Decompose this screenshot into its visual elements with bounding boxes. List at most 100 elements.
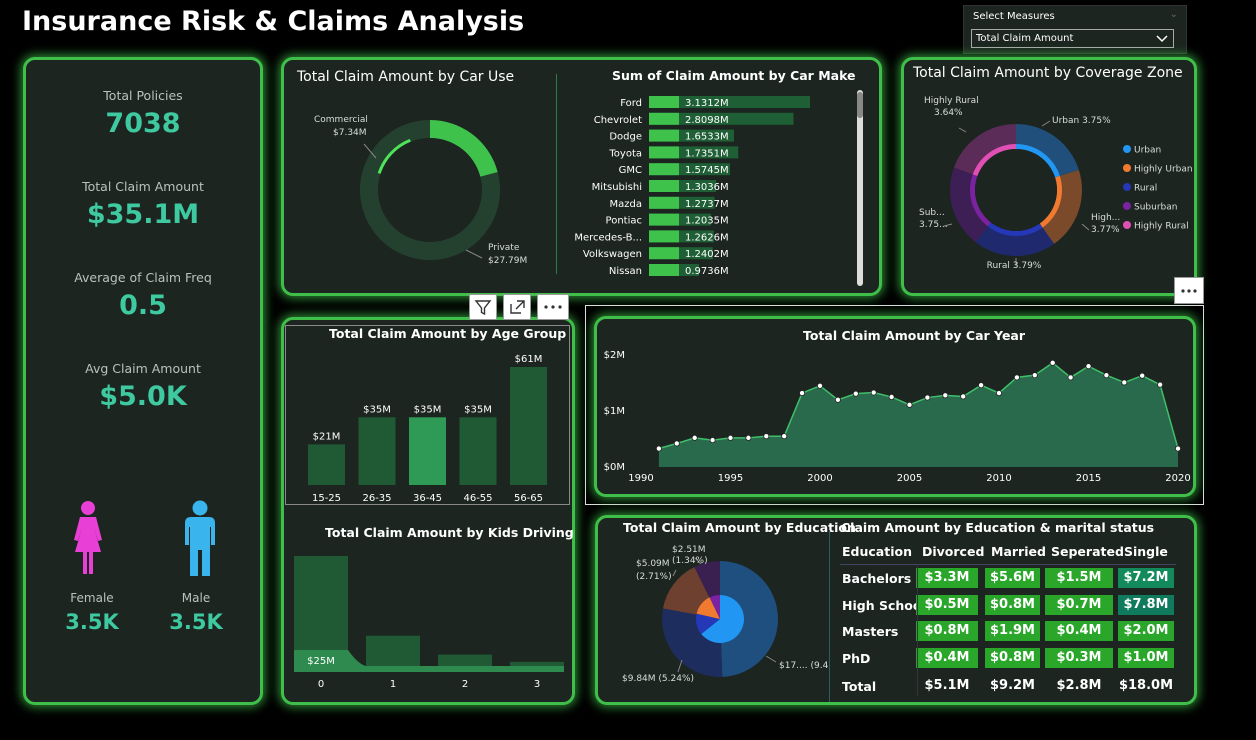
- value-private: $27.79M: [488, 256, 527, 266]
- car-year-point-2013: [1049, 359, 1056, 366]
- education-label-0: $17.... (9.4...): [779, 661, 828, 671]
- coverage-donut-chart: Urban 3.75% High... 3.77% Rural 3.79% Sub...…: [919, 96, 1193, 271]
- car-make-scrollbar[interactable]: [857, 90, 863, 286]
- leader-line-1: [1081, 223, 1090, 231]
- row-label-bachelors: Bachelors: [842, 571, 912, 586]
- matrix-cell: $7.2M: [1118, 568, 1174, 588]
- coverage-value-4: 3.64%: [934, 108, 963, 118]
- more-options-button[interactable]: [537, 294, 569, 320]
- bar-value-6: 1.2737M: [685, 199, 729, 210]
- bar-highlight-4: [649, 163, 679, 176]
- slicer-dropdown[interactable]: Total Claim Amount: [971, 29, 1174, 48]
- bar-value-10: 0.9736M: [685, 266, 729, 277]
- kpi-label-total-claim: Total Claim Amount: [82, 179, 204, 194]
- car-year-point-2019: [1157, 381, 1164, 388]
- x-tick-5: 2015: [1076, 473, 1101, 484]
- bar-label-7: Pontiac: [606, 216, 642, 227]
- panel-divider: [556, 74, 557, 274]
- education-label-2b: (2.71%): [636, 572, 672, 582]
- car-year-point-1998: [781, 433, 788, 440]
- car-year-point-2006: [924, 394, 931, 401]
- focus-mode-button[interactable]: [503, 294, 531, 320]
- coverage-value-3: 3.75...: [919, 220, 948, 230]
- matrix-cell: $7.8M: [1118, 594, 1174, 615]
- kpi-value-claim-freq: 0.5: [119, 290, 167, 321]
- matrix-cell: $0.7M: [1045, 594, 1113, 615]
- legend-dot-0: [1123, 145, 1131, 153]
- x-tick-1: 1995: [718, 473, 743, 484]
- age-kids-panel: Total Claim Amount by Age Group $21M 15-2…: [281, 317, 575, 705]
- car-year-point-2007: [942, 392, 949, 399]
- leader-line-1: [677, 659, 683, 673]
- coverage-label-2: Rural 3.79%: [987, 261, 1042, 271]
- y-tick-2: $2M: [604, 350, 625, 361]
- bar-highlight-5: [649, 180, 679, 192]
- car-make-bar-chart: Ford 3.1312M Chevrolet 2.8098M Dodge 1.6533M T…: [574, 96, 810, 277]
- age-bar-value-0: $21M: [313, 431, 341, 442]
- leader-line-0: [765, 655, 777, 663]
- age-bar-value-3: $35M: [464, 404, 492, 415]
- car-year-point-2005: [906, 401, 913, 408]
- filter-icon: [474, 300, 492, 316]
- education-label-1: $9.84M (5.24%): [622, 674, 694, 684]
- legend-dot-4: [1123, 221, 1131, 229]
- bar-value-3: 1.7351M: [685, 148, 729, 159]
- bar-label-9: Volkswagen: [583, 249, 642, 260]
- car-year-point-2015: [1085, 363, 1092, 370]
- age-bar-value-2: $35M: [414, 404, 442, 415]
- column-header-divorced: Divorced: [922, 544, 985, 559]
- row-label-total: Total: [842, 679, 877, 694]
- total-cell: $5.1M: [924, 678, 970, 693]
- legend-label-1: Highly Urban: [1134, 165, 1193, 175]
- matrix-cell: $0.5M: [916, 594, 978, 615]
- car-year-point-1992: [673, 440, 680, 447]
- x-tick-4: 2010: [986, 473, 1011, 484]
- coverage-title: Total Claim Amount by Coverage Zone: [913, 65, 1183, 81]
- age-bar-56-65: [510, 367, 547, 485]
- age-tick-2: 36-45: [413, 493, 442, 502]
- car-year-point-2018: [1139, 372, 1146, 379]
- age-bar-chart: $21M 15-25 $35M 26-35 $35M 36-45 $35M 46-55 $61M…: [308, 354, 547, 502]
- car-year-point-2012: [1031, 372, 1038, 379]
- kids-bar-value-0: $25M: [307, 656, 335, 667]
- kids-tick-3: 3: [534, 679, 540, 690]
- bar-highlight-1: [649, 112, 679, 125]
- car-year-point-2014: [1067, 374, 1074, 381]
- label-private: Private: [488, 243, 520, 253]
- bar-highlight-2: [649, 129, 679, 142]
- car-year-point-1991: [655, 445, 662, 452]
- kpi-label-avg-claim: Avg Claim Amount: [85, 361, 201, 376]
- car-year-panel: Total Claim Amount by Car Year $0M $1M $2M…: [594, 316, 1196, 497]
- bar-highlight-6: [649, 196, 679, 209]
- more-options-button-right[interactable]: [1174, 277, 1204, 304]
- bar-highlight-3: [649, 146, 679, 159]
- age-bar-value-4: $61M: [515, 354, 543, 365]
- row-label-high-school: High School: [842, 597, 926, 613]
- legend-label-3: Suburban: [1134, 203, 1177, 213]
- male-icon: [185, 500, 215, 576]
- column-header-married: Married: [991, 544, 1046, 559]
- bar-highlight-7: [649, 213, 679, 226]
- matrix-cell: $0.4M: [1045, 621, 1113, 641]
- car-year-point-2020: [1175, 445, 1182, 452]
- more-icon: [544, 305, 562, 309]
- leader-line-0: [1041, 120, 1051, 127]
- education-title: Total Claim Amount by Education: [623, 520, 856, 535]
- filter-button[interactable]: [469, 294, 497, 320]
- car-make-scroll-thumb[interactable]: [857, 92, 863, 118]
- education-panel: Total Claim Amount by Education $17.... …: [595, 515, 1197, 705]
- y-tick-1: $1M: [604, 406, 625, 417]
- slicer-collapse-icon[interactable]: ⌄: [1170, 9, 1178, 20]
- matrix-cell: $2.0M: [1118, 621, 1174, 641]
- car-year-point-2000: [816, 382, 823, 389]
- x-tick-2: 2000: [807, 473, 832, 484]
- chevron-down-icon: [1156, 35, 1168, 43]
- column-header-education: Education: [842, 544, 912, 559]
- female-label: Female: [70, 591, 114, 605]
- total-cell: $9.2M: [989, 678, 1035, 693]
- more-icon: [1181, 289, 1197, 293]
- kpi-value-total-claim: $35.1M: [86, 199, 200, 230]
- slicer-label: Select Measures: [973, 11, 1055, 22]
- kids-tick-0: 0: [318, 679, 324, 690]
- leader-line-private: [465, 249, 483, 259]
